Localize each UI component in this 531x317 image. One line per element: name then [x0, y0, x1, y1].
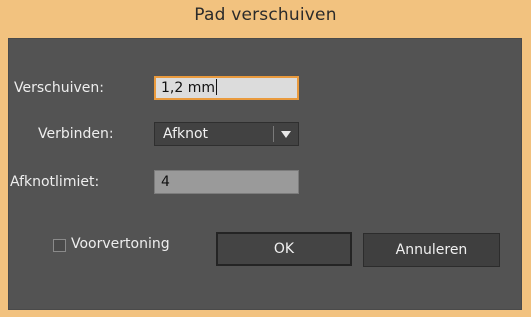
offset-label: Verschuiven:	[14, 80, 104, 96]
chevron-down-icon	[281, 131, 291, 138]
cancel-button[interactable]: Annuleren	[363, 233, 500, 267]
title-bar: Pad verschuiven	[0, 0, 531, 38]
dialog-title: Pad verschuiven	[194, 5, 337, 25]
preview-checkbox[interactable]	[53, 239, 66, 252]
joins-label: Verbinden:	[38, 126, 114, 142]
miter-limit-input[interactable]: 4	[154, 170, 299, 194]
preview-label[interactable]: Voorvertoning	[71, 236, 170, 252]
ok-button[interactable]: OK	[216, 232, 352, 266]
joins-selected-value: Afknot	[163, 126, 209, 142]
text-caret	[216, 79, 217, 95]
miter-limit-label: Afknotlimiet:	[10, 174, 100, 190]
offset-value: 1,2 mm	[161, 80, 215, 96]
dropdown-separator	[273, 126, 274, 142]
joins-dropdown[interactable]: Afknot	[154, 122, 299, 146]
miter-limit-value: 4	[161, 174, 170, 190]
offset-input[interactable]: 1,2 mm	[154, 76, 299, 100]
dialog-panel: Verschuiven: 1,2 mm Verbinden: Afknot Af…	[8, 38, 522, 310]
